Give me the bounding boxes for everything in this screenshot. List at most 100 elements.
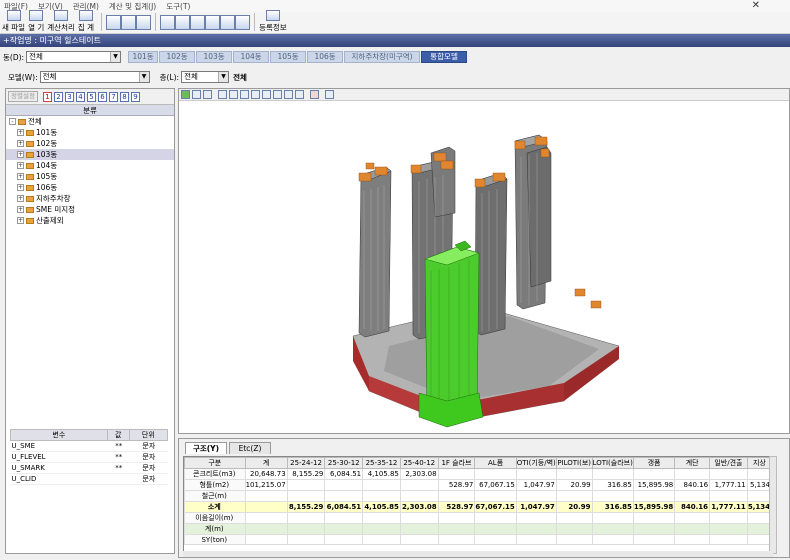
grid-row[interactable]: 콘크리트(m3) 20,648.73 8,155.29 6,084.51 4,105.8… xyxy=(184,468,772,480)
new-file-button[interactable]: 새 파일 xyxy=(2,10,25,33)
grid-column-header[interactable]: OTI(기둥/벽) xyxy=(515,457,557,469)
zoom-in-icon[interactable] xyxy=(106,15,122,30)
level-button[interactable]: 5 xyxy=(86,91,96,102)
horizontal-scrollbar[interactable] xyxy=(183,551,773,557)
tab-dong[interactable]: 105동 xyxy=(270,51,307,63)
floor-select[interactable]: 전체 ▼ xyxy=(181,71,230,83)
sum-button[interactable]: 집 계 xyxy=(78,10,94,33)
grid-column-header[interactable]: PILOTI(보) xyxy=(555,457,593,469)
expand-icon[interactable]: + xyxy=(17,151,24,158)
form-icon-6[interactable] xyxy=(235,15,251,30)
cube-left-icon[interactable] xyxy=(240,90,249,99)
dong-select[interactable]: 전체 ▼ xyxy=(26,51,122,63)
var-row[interactable]: U_SMARK ** 문자 xyxy=(10,462,168,474)
tree-item[interactable]: +106동 xyxy=(6,182,174,193)
tab-dong[interactable]: 101동 xyxy=(128,51,159,63)
level-button[interactable]: 9 xyxy=(130,91,140,102)
grid-row[interactable]: 계(m) xyxy=(184,523,772,535)
grid-row[interactable]: 소계 8,155.29 6,084.51 4,105.85 2,303.08 528.97… xyxy=(184,501,772,513)
vertical-scrollbar[interactable] xyxy=(769,456,777,554)
cube-back-icon[interactable] xyxy=(229,90,238,99)
grid-column-header[interactable]: 지상 xyxy=(746,457,772,469)
level-button[interactable]: 6 xyxy=(97,91,107,102)
expand-icon[interactable]: + xyxy=(17,173,24,180)
tab-dong[interactable]: 통합모델 xyxy=(421,51,468,63)
grid-column-header[interactable]: 갱폼 xyxy=(632,457,676,469)
level-button[interactable]: 3 xyxy=(64,91,74,102)
expand-icon[interactable]: + xyxy=(17,129,24,136)
grid-column-header[interactable]: LOTI(슬라브) xyxy=(591,457,634,469)
cube-right-icon[interactable] xyxy=(251,90,260,99)
building-3d-view[interactable] xyxy=(179,101,789,433)
form-icon-4[interactable] xyxy=(205,15,221,30)
grid-column-header[interactable]: 25-30-12 xyxy=(324,457,364,469)
grid-column-header[interactable]: 계 xyxy=(244,457,288,469)
var-row[interactable]: U_SME ** 문자 xyxy=(10,440,168,452)
collapse-icon[interactable]: - xyxy=(9,118,16,125)
cube-persp-icon[interactable] xyxy=(284,90,293,99)
level-button[interactable]: 2 xyxy=(53,91,63,102)
tree-item[interactable]: +101동 xyxy=(6,127,174,138)
grid-column-header[interactable]: 계단 xyxy=(674,457,711,469)
grid-column-header[interactable]: 구분 xyxy=(184,457,246,469)
tab-dong[interactable]: 103동 xyxy=(196,51,233,63)
grid-column-header[interactable]: 25-35-12 xyxy=(362,457,401,469)
cube-all-icon[interactable] xyxy=(295,90,304,99)
list-icon[interactable] xyxy=(310,90,319,99)
form-icon-2[interactable] xyxy=(175,15,191,30)
tab-structure[interactable]: 구조(Y) xyxy=(185,442,227,454)
grid-row[interactable]: 형틀(m2) 101,215.07 528.97 67,067.15 1,047.97 2… xyxy=(184,479,772,491)
grid-column-header[interactable]: 1F 슬라브 xyxy=(437,457,476,469)
grid-column-header[interactable]: 25-24-12 xyxy=(286,457,326,469)
tree-item[interactable]: +104동 xyxy=(6,160,174,171)
cube-front-icon[interactable] xyxy=(218,90,227,99)
grid-column-header[interactable]: 일반/견출 xyxy=(709,457,748,469)
expand-icon[interactable]: + xyxy=(17,206,24,213)
tab-dong[interactable]: 지하주차장(미구역) xyxy=(344,51,421,63)
expand-icon[interactable]: + xyxy=(17,217,24,224)
tab-dong[interactable]: 102동 xyxy=(159,51,196,63)
form-icon-1[interactable] xyxy=(160,15,176,30)
tree-item[interactable]: + SME 미지정 xyxy=(6,204,174,215)
level-button[interactable]: 1 xyxy=(42,91,52,102)
tab-dong[interactable]: 104동 xyxy=(233,51,270,63)
tab-dong[interactable]: 106동 xyxy=(307,51,344,63)
expand-icon[interactable]: + xyxy=(17,184,24,191)
layer-icon[interactable] xyxy=(325,90,334,99)
grid-column-header[interactable]: AL폼 xyxy=(474,457,517,469)
menu-item[interactable]: 계산 및 집계(J) xyxy=(109,1,156,12)
grid-row[interactable]: 이음길이(m) xyxy=(184,512,772,524)
tree-item[interactable]: +105동 xyxy=(6,171,174,182)
level-button[interactable]: 8 xyxy=(119,91,129,102)
tree-item[interactable]: +102동 xyxy=(6,138,174,149)
expand-icon[interactable]: + xyxy=(17,162,24,169)
grid-row[interactable]: 철근(m) xyxy=(184,490,772,502)
pan-icon[interactable] xyxy=(203,90,212,99)
open-button[interactable]: 열 기 xyxy=(28,10,44,33)
zoom-out-icon[interactable] xyxy=(121,15,137,30)
close-icon[interactable]: ✕ xyxy=(752,0,760,11)
tab-etc[interactable]: Etc(Z) xyxy=(229,442,271,454)
menu-item[interactable]: 도구(T) xyxy=(166,1,190,12)
grid-row[interactable]: SY(ton) xyxy=(184,534,772,545)
sort-settings-button[interactable]: 정렬설정 xyxy=(8,91,38,102)
var-row[interactable]: U_CLID 문자 xyxy=(10,473,168,485)
tree-item[interactable]: - 전체 xyxy=(6,116,174,127)
form-icon-3[interactable] xyxy=(190,15,206,30)
tree-item[interactable]: + 지하주차장 xyxy=(6,193,174,204)
view-mode-icon[interactable] xyxy=(181,90,190,99)
var-row[interactable]: U_FLEVEL ** 문자 xyxy=(10,451,168,463)
tree-item[interactable]: +103동 xyxy=(6,149,174,160)
cube-top-icon[interactable] xyxy=(262,90,271,99)
register-button[interactable]: 등록정보 xyxy=(259,10,287,33)
level-button[interactable]: 7 xyxy=(108,91,118,102)
calc-button[interactable]: 계산처리 xyxy=(47,10,75,33)
model-select[interactable]: 전체 ▼ xyxy=(39,71,150,83)
expand-icon[interactable]: + xyxy=(17,140,24,147)
level-button[interactable]: 4 xyxy=(75,91,85,102)
cube-iso-icon[interactable] xyxy=(273,90,282,99)
grid-column-header[interactable]: 25-40-12 xyxy=(399,457,439,469)
expand-icon[interactable]: + xyxy=(17,195,24,202)
rotate-icon[interactable] xyxy=(192,90,201,99)
tree-item[interactable]: + 산출제외 xyxy=(6,215,174,226)
